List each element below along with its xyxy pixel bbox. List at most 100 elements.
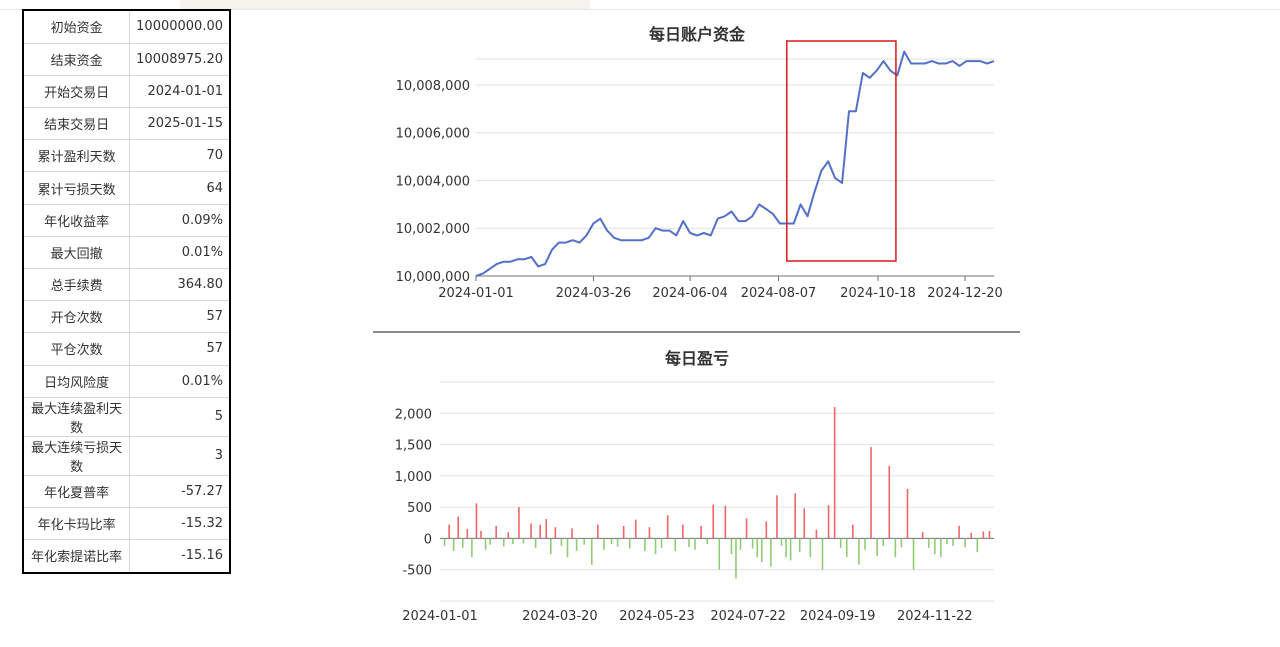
pnl-profit-bar [457,516,460,539]
pnl-profit-bar [745,518,748,539]
balance-x-tick-label: 2024-03-26 [556,286,632,301]
balance-x-tick-label: 2024-01-01 [438,286,514,301]
pnl-loss-bar [900,538,903,548]
balance-chart-y-axis: 10,000,000 10,002,000 10,004,000 10,006,000… [396,79,470,285]
pnl-profit-bar [622,525,625,539]
pnl-profit-bar [906,488,909,539]
pnl-profit-bar [495,525,497,539]
pnl-profit-bar [545,519,548,539]
pnl-loss-bar [876,538,878,556]
pnl-loss-bar [484,538,487,550]
pnl-profit-bar [833,407,836,539]
pnl-chart-title: 每日盈亏 [665,349,729,368]
pnl-profit-bar [988,530,991,539]
pnl-loss-bar [550,538,552,555]
balance-y-tick-label: 10,008,000 [396,79,470,94]
pnl-profit-bar [448,524,450,539]
balance-x-tick-label: 2024-12-20 [927,286,1003,301]
balance-y-tick-label: 10,002,000 [396,222,470,237]
pnl-loss-bar [688,538,690,548]
pnl-loss-bar [964,538,966,548]
pnl-loss-bar [443,538,446,546]
pnl-y-tick-label: -500 [402,564,432,579]
pnl-loss-bar [934,538,936,555]
pnl-loss-bar [560,538,563,546]
pnl-profit-bar [518,507,520,539]
pnl-loss-bar [780,538,783,546]
pnl-loss-bar [821,538,824,570]
pnl-chart-x-axis: 2024-01-01 2024-03-20 2024-05-23 2024-07-22… [402,609,972,624]
pnl-profit-bar [475,503,478,539]
pnl-loss-bar [603,538,605,550]
pnl-loss-bar [706,538,708,545]
pnl-profit-bar [682,524,684,539]
pnl-loss-bar [616,538,619,547]
pnl-profit-bar [765,521,768,539]
pnl-loss-bar [735,538,737,579]
pnl-chart-grid [440,381,994,602]
pnl-loss-bar [489,538,491,545]
pnl-loss-bar [610,538,613,545]
pnl-loss-bar [770,538,772,567]
pnl-profit-bar [539,524,541,539]
pnl-profit-bar [466,529,469,539]
pnl-profit-bar [530,523,532,539]
pnl-profit-bar [571,528,573,539]
pnl-loss-bar [566,538,569,558]
balance-x-tick-label: 2024-08-07 [741,286,817,301]
pnl-loss-bar [756,538,759,558]
pnl-loss-bar [839,538,842,548]
pnl-loss-bar [760,538,763,563]
pnl-loss-bar [940,538,942,558]
pnl-loss-bar [660,538,663,548]
pnl-profit-bar [507,532,510,539]
pnl-loss-bar [809,538,812,558]
balance-y-tick-label: 10,000,000 [396,270,470,285]
pnl-loss-bar [718,538,721,570]
pnl-profit-bar [712,504,715,539]
balance-chart-grid [476,58,994,277]
pnl-profit-bar [648,527,651,539]
pnl-loss-bar [894,538,897,558]
pnl-profit-bar [803,508,806,539]
pnl-loss-bar [522,538,525,544]
pnl-profit-bar [958,525,960,539]
pnl-profit-bar [666,515,669,539]
pnl-loss-bar [694,538,696,550]
pnl-loss-bar [858,538,860,565]
pnl-profit-bar [852,524,854,539]
pnl-loss-bar [583,538,585,545]
pnl-chart-y-axis: -500 0 500 1,000 1,500 2,000 [395,407,432,578]
pnl-loss-bar [882,538,884,546]
balance-x-tick-label: 2024-06-04 [652,286,728,301]
pnl-loss-bar [674,538,677,551]
balance-y-tick-label: 10,004,000 [396,174,470,189]
pnl-bars [443,407,991,579]
pnl-loss-bar [912,538,915,570]
pnl-profit-bar [724,505,727,539]
pnl-loss-bar [946,538,948,545]
pnl-loss-bar [461,538,464,548]
pnl-profit-bar [597,524,599,539]
pnl-loss-bar [798,538,801,553]
pnl-profit-bar [480,530,482,539]
pnl-x-tick-label: 2024-01-01 [402,609,478,624]
pnl-loss-bar [590,538,593,565]
pnl-loss-bar [864,538,866,550]
balance-y-tick-label: 10,006,000 [396,127,470,142]
pnl-profit-bar [921,532,924,539]
pnl-profit-bar [554,527,557,539]
pnl-y-tick-label: 500 [407,501,432,516]
pnl-y-tick-label: 0 [424,532,432,547]
pnl-loss-bar [502,538,505,547]
pnl-y-tick-label: 1,500 [395,439,432,454]
balance-chart-title: 每日账户资金 [649,25,746,44]
balance-chart-x-axis: 2024-01-01 2024-03-26 2024-06-04 2024-08-07… [438,276,1003,301]
pnl-profit-bar [815,529,818,539]
pnl-loss-bar [739,538,742,550]
pnl-loss-bar [534,538,537,548]
pnl-x-tick-label: 2024-07-22 [710,609,786,624]
pnl-y-tick-label: 2,000 [395,407,432,422]
pnl-profit-bar [700,525,702,539]
pnl-loss-bar [730,538,733,555]
